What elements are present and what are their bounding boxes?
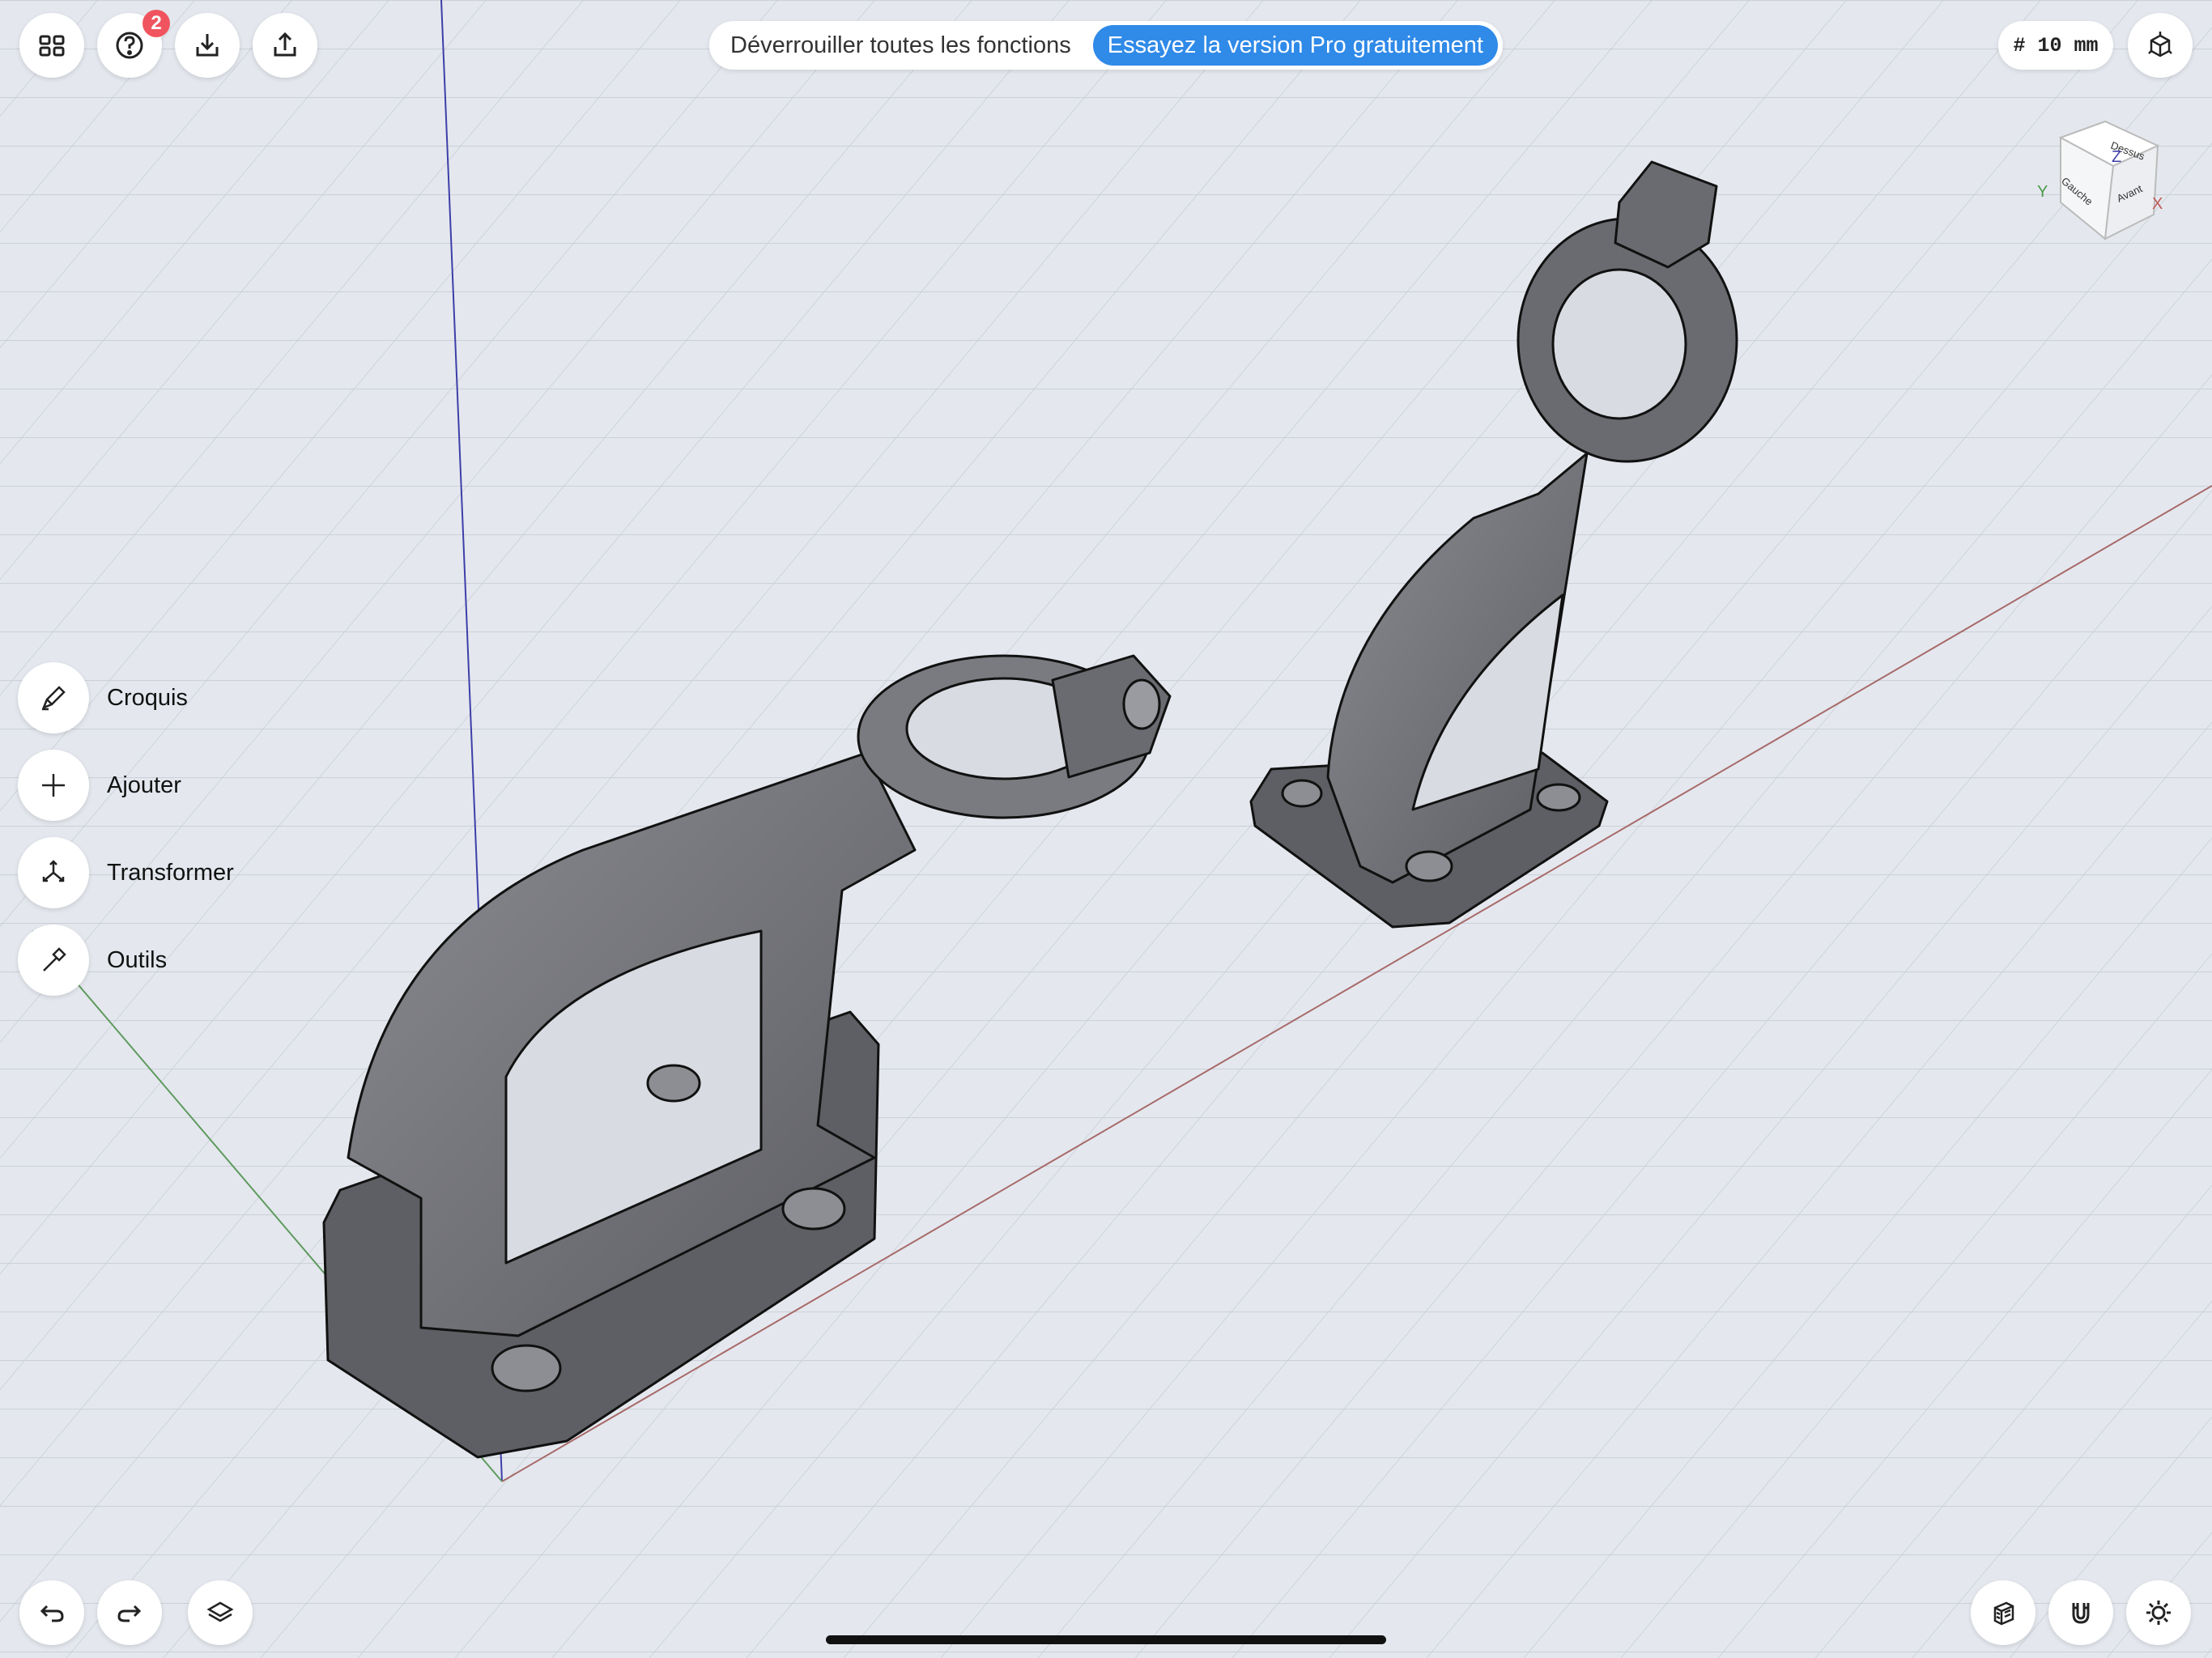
ajouter-button[interactable]: [18, 750, 89, 821]
ajouter-label: Ajouter: [107, 772, 181, 798]
home-indicator: [826, 1635, 1386, 1644]
redo-arrow-icon: [117, 1605, 142, 1622]
gear-icon: [2146, 1601, 2171, 1625]
transformer-button[interactable]: [18, 837, 89, 908]
unlock-features-text: Déverrouiller toutes les fonctions: [730, 32, 1071, 58]
hammer-icon: [43, 947, 66, 971]
ground-grid: [0, 0, 2212, 1658]
undo-arrow-icon: [40, 1605, 64, 1622]
view-mode-button[interactable]: [2128, 13, 2193, 78]
croquis-button[interactable]: [18, 662, 89, 733]
3d-viewport[interactable]: Dessus Gauche Avant Z Y X: [0, 0, 2212, 1658]
grid-menu-icon: [39, 35, 65, 57]
transform-arrows-icon: [42, 860, 65, 882]
magnet-icon: [2072, 1603, 2090, 1624]
settings-button[interactable]: [2126, 1580, 2191, 1645]
outils-button[interactable]: [18, 925, 89, 996]
tool-outils[interactable]: Outils: [18, 925, 167, 996]
help-notification-badge: 2: [143, 10, 170, 37]
download-tray-icon: [196, 34, 219, 57]
axis-x-label: X: [2152, 195, 2163, 213]
axis-y-label: Y: [2037, 183, 2048, 201]
plus-icon: [42, 774, 65, 797]
croquis-label: Croquis: [107, 684, 188, 711]
grid-menu-button[interactable]: [19, 13, 84, 78]
transformer-label: Transformer: [107, 859, 234, 886]
pencil-icon: [41, 686, 66, 711]
help-icon: [116, 32, 143, 59]
shaded-cube-icon: [1993, 1601, 2014, 1626]
axis-z-label: Z: [2112, 148, 2121, 166]
tool-ajouter[interactable]: Ajouter: [18, 750, 181, 821]
share-button[interactable]: [253, 13, 317, 78]
tool-transformer[interactable]: Transformer: [18, 837, 234, 908]
outils-label: Outils: [107, 946, 168, 973]
layers-icon: [206, 1601, 234, 1622]
upload-tray-icon: [274, 32, 296, 57]
unlock-features-banner: Déverrouiller toutes les fonctions Essay…: [709, 21, 1503, 70]
redo-button[interactable]: [97, 1580, 162, 1645]
tool-croquis[interactable]: Croquis: [18, 662, 188, 733]
grid-size-indicator[interactable]: # 10 mm: [1998, 21, 2113, 70]
layers-button[interactable]: [188, 1580, 253, 1645]
import-button[interactable]: [175, 13, 240, 78]
render-style-button[interactable]: [1971, 1580, 2035, 1645]
undo-button[interactable]: [19, 1580, 84, 1645]
try-pro-button[interactable]: Essayez la version Pro gratuitement: [1092, 25, 1498, 66]
cube-view-icon: [2148, 32, 2172, 57]
snap-button[interactable]: [2048, 1580, 2113, 1645]
